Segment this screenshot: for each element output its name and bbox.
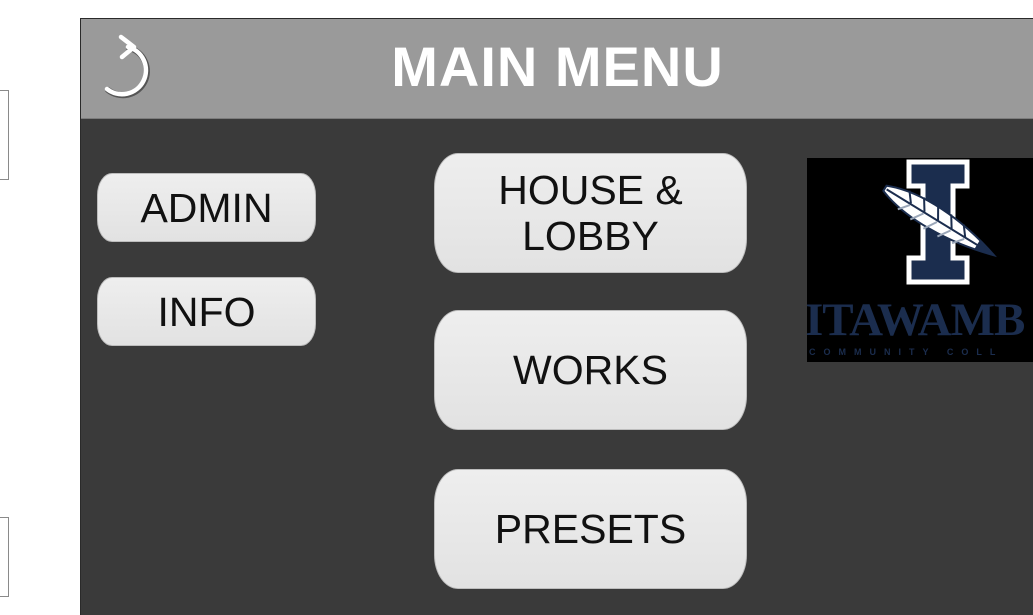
- main-menu-panel: MAIN MENU ADMIN INFO HOUSE & LOBBY WORKS…: [80, 18, 1033, 615]
- info-button[interactable]: INFO: [97, 277, 316, 346]
- logo-college-subtitle: COMMUNITY COLL: [809, 347, 1004, 357]
- works-button-label: WORKS: [513, 347, 668, 393]
- admin-button[interactable]: ADMIN: [97, 173, 316, 242]
- admin-button-label: ADMIN: [140, 184, 273, 231]
- touch-panel-screen: MAIN MENU ADMIN INFO HOUSE & LOBBY WORKS…: [0, 0, 1033, 615]
- header-bar: MAIN MENU: [81, 19, 1033, 119]
- house-lobby-label-line1: HOUSE &: [498, 167, 683, 213]
- logo-college-name: ITAWAMB: [807, 294, 1025, 346]
- i-feather-emblem: [882, 159, 997, 285]
- info-button-label: INFO: [157, 288, 256, 335]
- presets-button-label: PRESETS: [494, 506, 687, 552]
- house-lobby-label-line2: LOBBY: [522, 213, 659, 259]
- page-title: MAIN MENU: [391, 35, 724, 98]
- works-button[interactable]: WORKS: [434, 310, 747, 430]
- offscreen-control-top: [0, 90, 9, 180]
- house-lobby-label: HOUSE & LOBBY: [498, 167, 683, 259]
- college-logo: ITAWAMB COMMUNITY COLL: [807, 158, 1033, 362]
- presets-button[interactable]: PRESETS: [434, 469, 747, 589]
- offscreen-control-bottom: [0, 517, 9, 597]
- house-lobby-button[interactable]: HOUSE & LOBBY: [434, 153, 747, 273]
